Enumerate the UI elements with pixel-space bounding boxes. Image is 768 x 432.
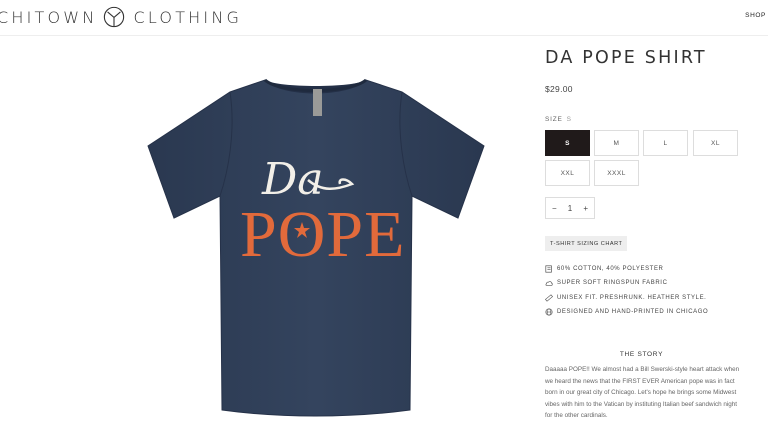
- quantity-value[interactable]: 1: [568, 204, 572, 213]
- product-price: $29.00: [545, 84, 573, 94]
- feature-item: 60% COTTON, 40% POLYESTER: [545, 262, 745, 276]
- product-title: DA POPE SHIRT: [545, 48, 707, 68]
- brand-name-right: CLOTHING: [133, 7, 243, 27]
- size-option-xl[interactable]: XL: [693, 130, 738, 156]
- site-header: CHITOWN CLOTHING SHOP: [0, 0, 768, 36]
- brand-name-left: CHITOWN: [0, 7, 98, 27]
- logo-mark-icon: [104, 6, 125, 28]
- tag-icon: [545, 265, 552, 273]
- feature-item: SUPER SOFT RINGSPUN FABRIC: [545, 276, 745, 290]
- product-image: Da POPE: [147, 78, 485, 417]
- size-label: SIZE S: [545, 116, 572, 123]
- quantity-decrease-button[interactable]: −: [552, 204, 557, 213]
- feature-item: DESIGNED AND HAND-PRINTED IN CHICAGO: [545, 305, 745, 319]
- feature-item: UNISEX FIT. PRESHRUNK. HEATHER STYLE.: [545, 291, 745, 305]
- shirt-print-pope: POPE: [240, 198, 405, 271]
- quantity-increase-button[interactable]: +: [583, 204, 588, 213]
- story-heading: THE STORY: [619, 351, 664, 358]
- nav-shop-link[interactable]: SHOP: [745, 12, 766, 19]
- size-option-s[interactable]: S: [545, 130, 590, 156]
- ruler-icon: [545, 294, 553, 302]
- size-option-l[interactable]: L: [643, 130, 688, 156]
- size-label-text: SIZE: [545, 116, 563, 123]
- feature-text: 60% COTTON, 40% POLYESTER: [557, 266, 664, 273]
- feature-text: DESIGNED AND HAND-PRINTED IN CHICAGO: [557, 309, 709, 316]
- brand-logo[interactable]: CHITOWN CLOTHING: [0, 5, 242, 29]
- selected-size-text: S: [566, 116, 572, 123]
- sizing-chart-button[interactable]: T-SHIRT SIZING CHART: [545, 236, 628, 251]
- shirt-tag: [313, 89, 322, 116]
- size-option-xxxl[interactable]: XXXL: [594, 160, 639, 186]
- cloud-icon: [545, 281, 553, 287]
- quantity-stepper: − 1 +: [545, 197, 595, 219]
- feature-text: SUPER SOFT RINGSPUN FABRIC: [557, 280, 668, 287]
- feature-list: 60% COTTON, 40% POLYESTER SUPER SOFT RIN…: [545, 262, 745, 319]
- size-option-xxl[interactable]: XXL: [545, 160, 590, 186]
- globe-icon: [545, 308, 553, 316]
- size-option-m[interactable]: M: [594, 130, 639, 156]
- story-text: Daaaaa POPE!! We almost had a Bill Swers…: [545, 366, 740, 419]
- feature-text: UNISEX FIT. PRESHRUNK. HEATHER STYLE.: [557, 294, 707, 301]
